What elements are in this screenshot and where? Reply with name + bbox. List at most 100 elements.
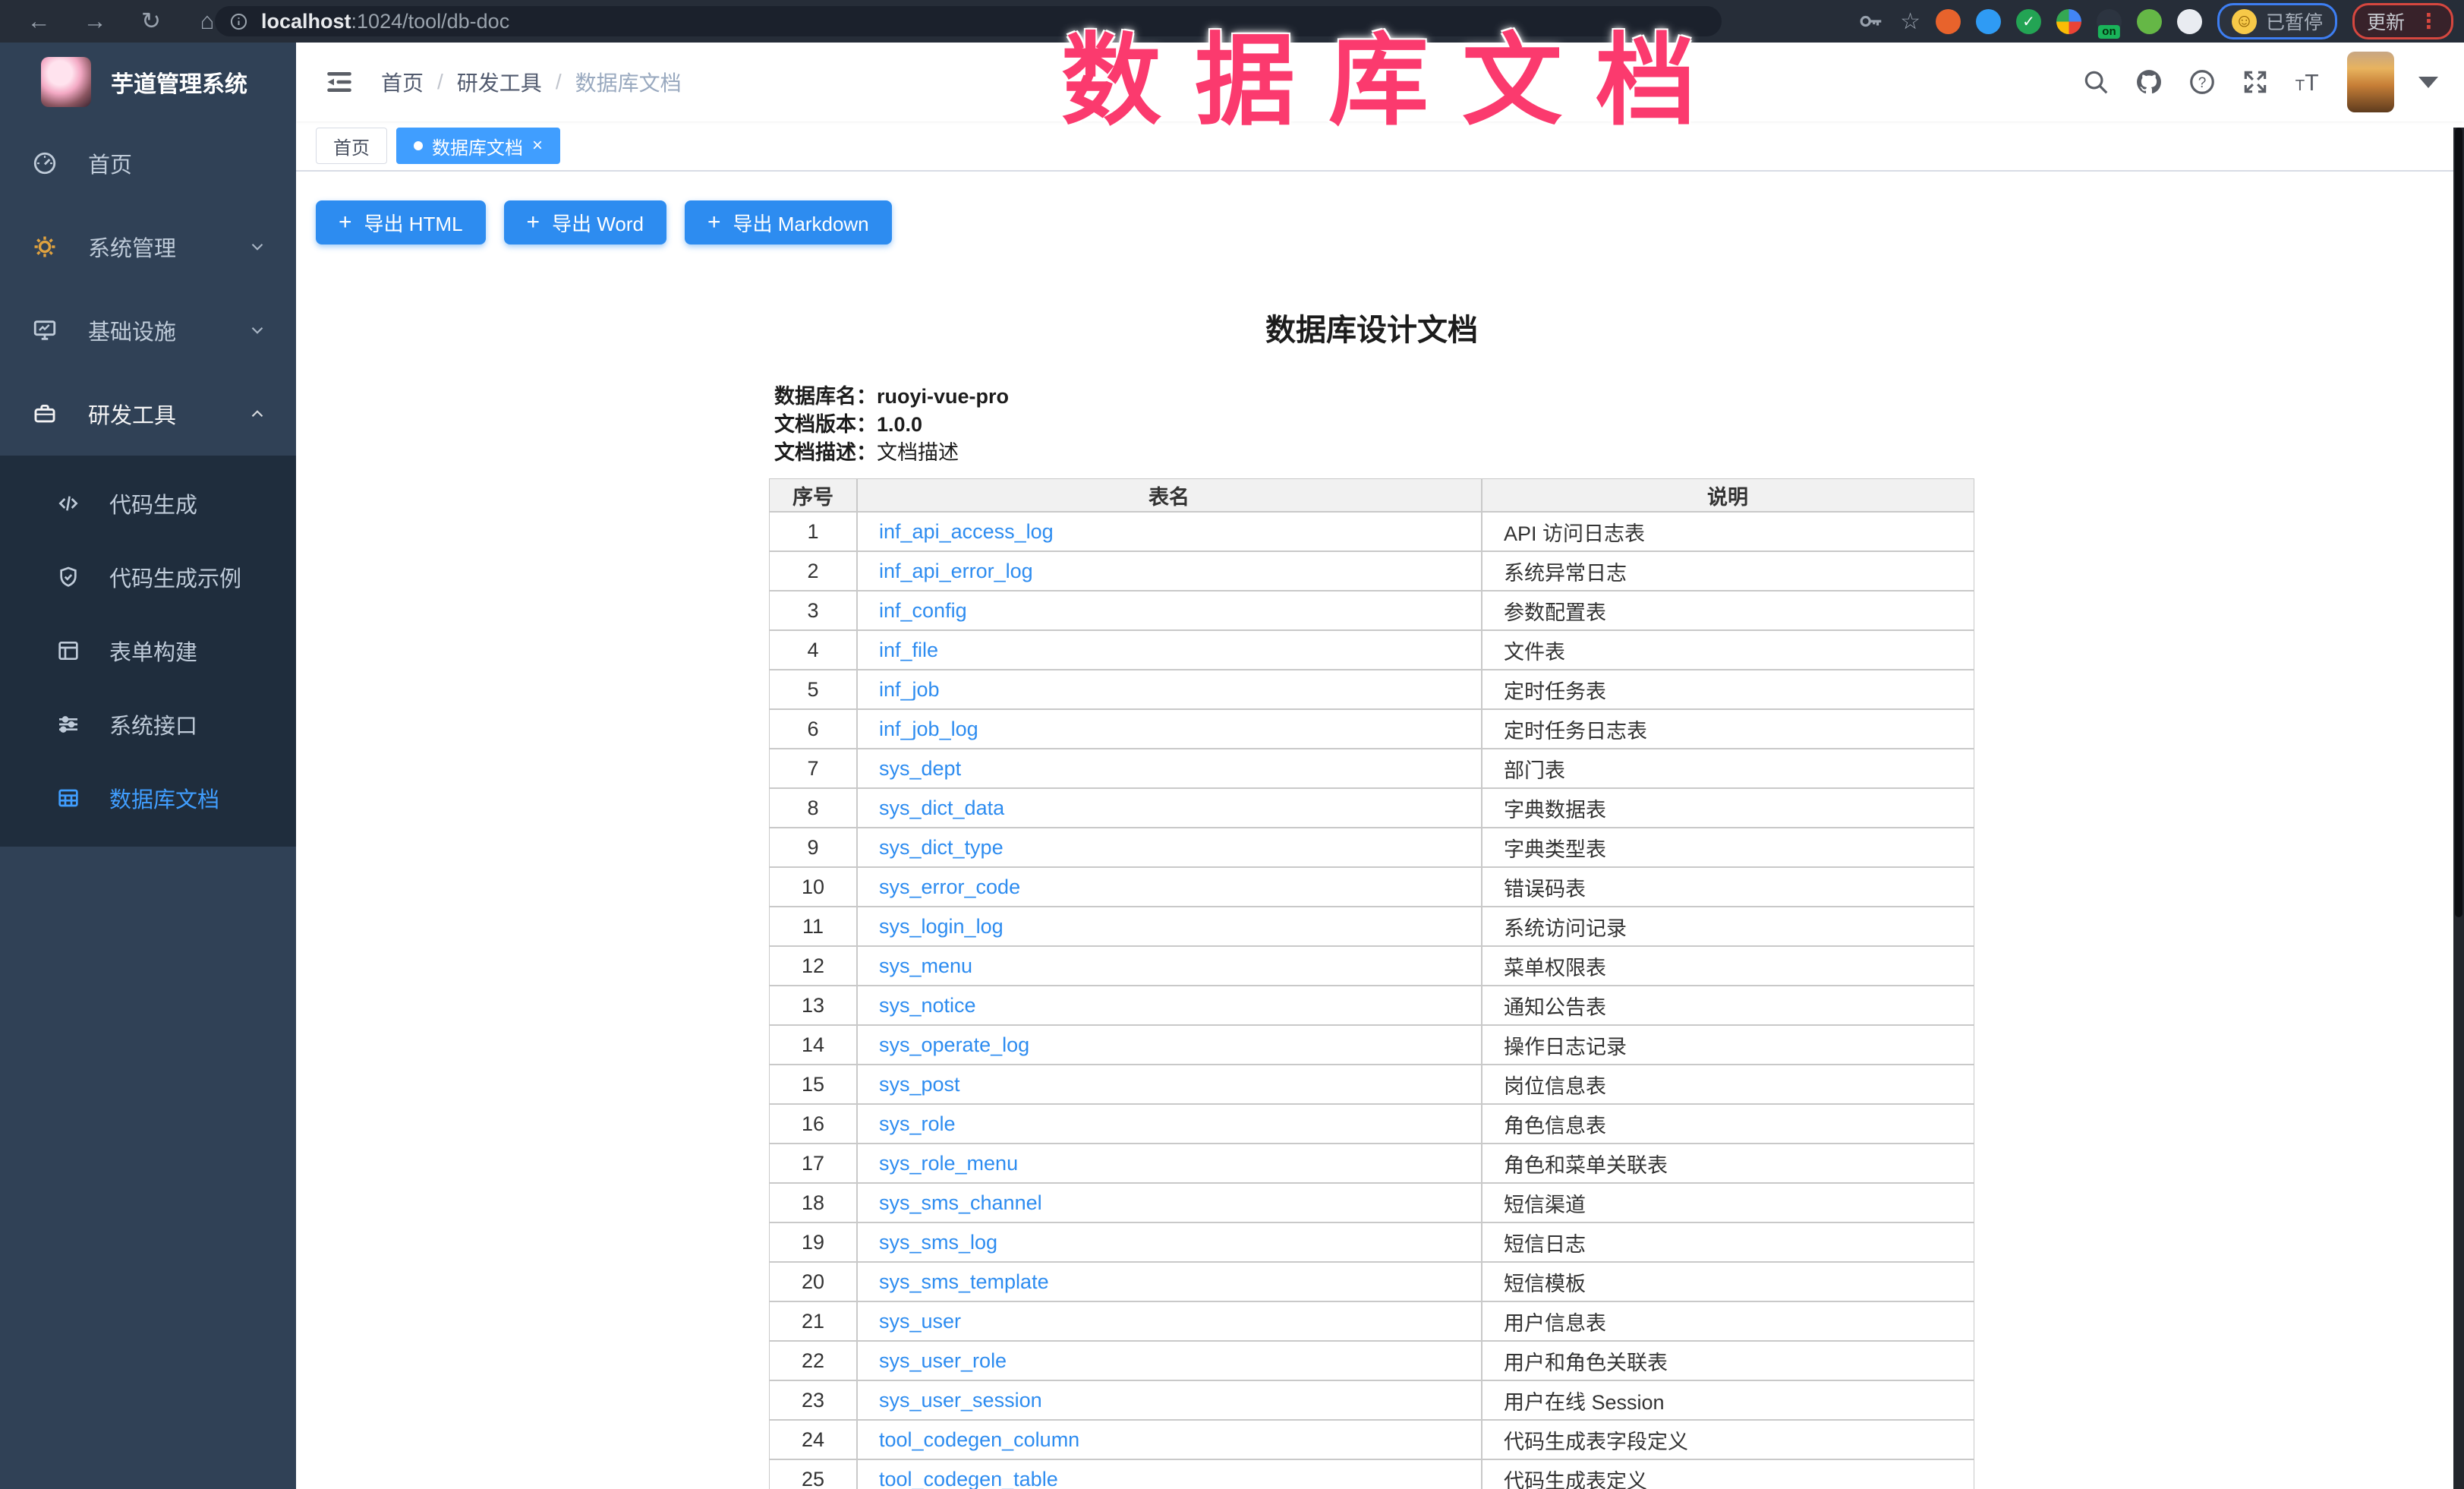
fullscreen-icon[interactable]: [2241, 68, 2270, 96]
table-link[interactable]: sys_user: [879, 1310, 961, 1333]
table-link[interactable]: sys_operate_log: [879, 1033, 1029, 1056]
breadcrumb-item[interactable]: 研发工具: [457, 67, 542, 97]
svg-text:T: T: [2305, 71, 2318, 96]
sidebar-subitem-0[interactable]: 代码生成: [0, 466, 296, 540]
table-link[interactable]: sys_error_code: [879, 875, 1020, 898]
table-name-cell: tool_codegen_column: [857, 1420, 1482, 1459]
table-name-cell: sys_post: [857, 1065, 1482, 1104]
paused-extension-chip[interactable]: ☺已暂停: [2217, 3, 2337, 39]
sidebar-subitem-3[interactable]: 系统接口: [0, 687, 296, 761]
sidebar-item-1[interactable]: 系统管理: [0, 205, 296, 289]
table-row: 22sys_user_role用户和角色关联表: [769, 1341, 1974, 1380]
sidebar-subitem-label: 代码生成示例: [109, 561, 241, 593]
table-desc-cell: 短信模板: [1482, 1262, 1974, 1301]
table-row: 21sys_user用户信息表: [769, 1301, 1974, 1341]
url-host: localhost: [261, 10, 351, 33]
table-body: 1inf_api_access_logAPI 访问日志表2inf_api_err…: [769, 512, 1974, 1489]
hamburger-icon[interactable]: [323, 66, 355, 98]
row-index: 5: [769, 670, 857, 709]
tab-1[interactable]: 数据库文档 ×: [396, 128, 560, 164]
update-button[interactable]: 更新⋮: [2352, 3, 2453, 39]
table-link[interactable]: sys_menu: [879, 954, 972, 977]
ext-grid-icon[interactable]: [2056, 9, 2081, 34]
table-link[interactable]: sys_login_log: [879, 915, 1004, 938]
breadcrumb-item[interactable]: 首页: [381, 67, 424, 97]
table-link[interactable]: sys_role_menu: [879, 1152, 1018, 1175]
table-link[interactable]: inf_job_log: [879, 718, 978, 740]
sidebar-item-2[interactable]: 基础设施: [0, 289, 296, 372]
font-size-icon[interactable]: TT: [2294, 68, 2323, 96]
tab-0[interactable]: 首页: [316, 128, 387, 164]
table-row: 9sys_dict_type字典类型表: [769, 828, 1974, 867]
table-link[interactable]: sys_sms_log: [879, 1231, 997, 1254]
row-index: 20: [769, 1262, 857, 1301]
table-link[interactable]: sys_dict_data: [879, 797, 1004, 819]
export-button-2[interactable]: +导出 Markdown: [685, 200, 892, 244]
chevron-down-icon: [247, 237, 267, 257]
ext-pin-icon[interactable]: [1976, 9, 2001, 34]
sidebar-item-3[interactable]: 研发工具: [0, 372, 296, 456]
table-link[interactable]: inf_config: [879, 599, 967, 622]
main-area: 首页/研发工具/数据库文档 ?TT 首页数据库文档× +导出 HTML+导出 W…: [296, 43, 2464, 1489]
kebab-menu-icon[interactable]: ⋮: [2418, 10, 2439, 33]
table-link[interactable]: inf_api_access_log: [879, 520, 1054, 543]
table-link[interactable]: tool_codegen_column: [879, 1428, 1079, 1451]
sidebar-subitem-1[interactable]: 代码生成示例: [0, 540, 296, 614]
sidebar-subitem-4[interactable]: 数据库文档: [0, 761, 296, 834]
close-icon[interactable]: ×: [532, 137, 543, 155]
monitor-icon: [32, 317, 58, 343]
row-index: 17: [769, 1144, 857, 1183]
info-icon[interactable]: [228, 11, 249, 32]
scrollbar-thumb[interactable]: [2455, 128, 2462, 917]
page-scrollbar[interactable]: [2453, 128, 2464, 1489]
export-button-1[interactable]: +导出 Word: [504, 200, 666, 244]
github-icon[interactable]: [2135, 68, 2163, 96]
search-icon[interactable]: [2081, 68, 2110, 96]
table-link[interactable]: sys_dept: [879, 757, 961, 780]
screen: ←→↻⌂ localhost:1024/tool/db-doc ☆✓on☺已暂停…: [0, 0, 2464, 1489]
export-button-label: 导出 HTML: [364, 209, 463, 237]
row-index: 24: [769, 1420, 857, 1459]
gear-icon: [32, 234, 58, 260]
ext-orange-icon[interactable]: [1936, 9, 1961, 34]
table-link[interactable]: inf_job: [879, 678, 940, 701]
paused-chip-label: 已暂停: [2266, 8, 2323, 35]
table-link[interactable]: sys_dict_type: [879, 836, 1004, 859]
sidebar-menu: 首页系统管理基础设施研发工具代码生成代码生成示例表单构建系统接口数据库文档: [0, 121, 296, 847]
row-index: 19: [769, 1222, 857, 1262]
table-link[interactable]: inf_api_error_log: [879, 560, 1033, 582]
table-link[interactable]: sys_user_role: [879, 1349, 1007, 1372]
ext-on-icon[interactable]: on: [2097, 9, 2122, 34]
back-icon[interactable]: ←: [24, 8, 53, 35]
ext-check-icon[interactable]: ✓: [2016, 9, 2041, 34]
ext-puzzle-icon[interactable]: [2177, 9, 2202, 34]
ext-leaf-icon[interactable]: [2137, 9, 2162, 34]
table-link[interactable]: inf_file: [879, 639, 938, 661]
table-link[interactable]: sys_sms_channel: [879, 1191, 1042, 1214]
table-name-cell: sys_operate_log: [857, 1025, 1482, 1065]
table-link[interactable]: sys_user_session: [879, 1389, 1042, 1412]
breadcrumb-separator: /: [556, 70, 562, 94]
forward-icon[interactable]: →: [80, 8, 109, 35]
tab-label: 数据库文档: [432, 133, 523, 159]
sidebar-subitem-2[interactable]: 表单构建: [0, 614, 296, 687]
table-desc-cell: 角色和菜单关联表: [1482, 1144, 1974, 1183]
table-link[interactable]: sys_post: [879, 1073, 960, 1096]
table-link[interactable]: tool_codegen_table: [879, 1468, 1058, 1489]
table-link[interactable]: sys_role: [879, 1112, 956, 1135]
tab-label: 首页: [333, 133, 370, 159]
help-icon[interactable]: ?: [2188, 68, 2217, 96]
table-row: 4inf_file文件表: [769, 630, 1974, 670]
table-link[interactable]: sys_sms_template: [879, 1270, 1049, 1293]
key-icon[interactable]: [1856, 7, 1885, 36]
export-button-0[interactable]: + 导出 HTML: [316, 200, 486, 244]
table-name-cell: sys_menu: [857, 946, 1482, 986]
star-icon[interactable]: ☆: [1900, 8, 1920, 35]
sidebar-item-0[interactable]: 首页: [0, 121, 296, 205]
chevron-down-icon[interactable]: [2418, 77, 2438, 88]
table-desc-cell: 操作日志记录: [1482, 1025, 1974, 1065]
plus-icon: +: [339, 211, 352, 234]
reload-icon[interactable]: ↻: [137, 8, 165, 35]
user-avatar[interactable]: [2347, 52, 2394, 112]
table-link[interactable]: sys_notice: [879, 994, 976, 1017]
